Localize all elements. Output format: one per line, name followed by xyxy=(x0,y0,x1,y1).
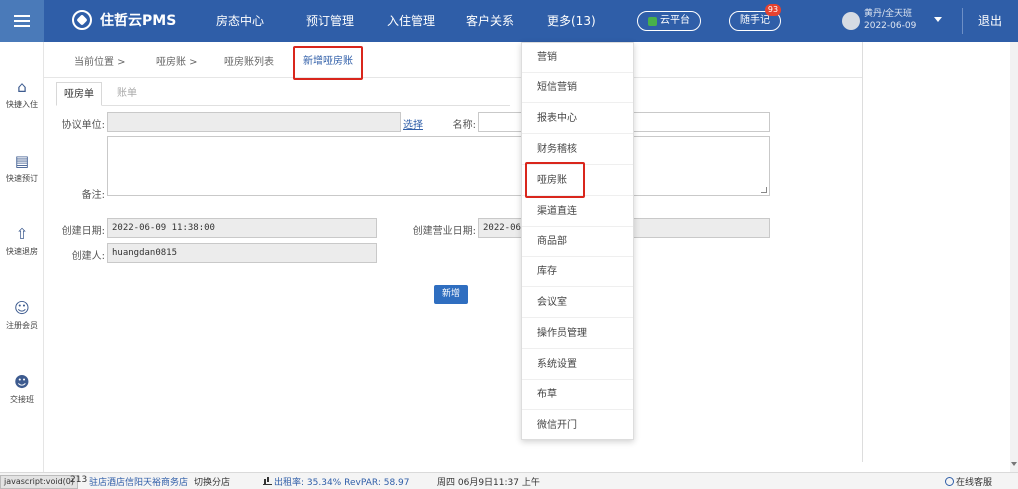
creator-label: 创建人: xyxy=(71,251,105,262)
nav-reservation[interactable]: 预订管理 xyxy=(306,0,354,42)
menu-item-inventory[interactable]: 库存 xyxy=(522,257,633,287)
cloud-platform-button[interactable]: 云平台 xyxy=(637,11,701,31)
cloud-platform-label: 云平台 xyxy=(660,15,690,26)
sidebar: ⌂ 快捷入住 ▤ 快速预订 ⇧ 快速退房 ☺ 注册会员 ☻ 交接班 xyxy=(0,42,44,472)
hamburger-icon xyxy=(14,20,30,22)
hotel-prefix: 213 xyxy=(70,475,88,485)
breadcrumb-current: 当前位置 > xyxy=(74,57,126,68)
hotel-name: 驻店酒店信阳天裕商务店 xyxy=(89,478,189,488)
occupancy-stat: 出租率: 35.34% RevPAR: 58.97 xyxy=(263,475,410,488)
scroll-down-icon[interactable] xyxy=(1011,462,1017,466)
top-bar: 住哲云PMS 房态中心 预订管理 入住管理 客户关系 更多(13) 云平台 随手… xyxy=(0,0,1018,42)
select-link[interactable]: 选择 xyxy=(403,116,423,131)
sidebar-item-shift-change[interactable]: ☻ 交接班 xyxy=(0,373,44,405)
chart-icon xyxy=(263,477,272,485)
right-panel xyxy=(862,42,1010,462)
create-date-field: 2022-06-09 11:38:00 xyxy=(107,218,377,238)
scrollbar[interactable] xyxy=(1010,42,1018,472)
menu-item-system-settings[interactable]: 系统设置 xyxy=(522,350,633,380)
menu-item-wechat-door[interactable]: 微信开门 xyxy=(522,411,633,441)
revpar-label: RevPAR: xyxy=(344,478,381,488)
chevron-down-icon[interactable] xyxy=(934,17,942,22)
menu-item-marketing[interactable]: 营销 xyxy=(522,43,633,73)
status-bar: javascript:void(0) 213 驻店酒店信阳天裕商务店 切换分店 … xyxy=(0,472,1018,489)
inner-tabs: 哑房单 账单 xyxy=(56,82,510,106)
occupancy-value: 35.34% xyxy=(306,478,342,488)
breadcrumb: 当前位置 > 哑房账 > 哑房账列表 新增哑房账 xyxy=(44,42,862,80)
sidebar-item-label: 快速退房 xyxy=(6,247,38,256)
tab-bill[interactable]: 账单 xyxy=(110,82,144,106)
menu-item-channel-direct[interactable]: 渠道直连 xyxy=(522,197,633,227)
menu-item-meeting-room[interactable]: 会议室 xyxy=(522,288,633,318)
brand-name: 住哲云PMS xyxy=(100,13,177,29)
avatar[interactable] xyxy=(842,12,860,30)
remark-textarea[interactable] xyxy=(107,136,770,196)
logo-icon xyxy=(72,10,92,30)
creator-field: huangdan0815 xyxy=(107,243,377,263)
menu-item-goods[interactable]: 商品部 xyxy=(522,227,633,257)
home-icon: ⌂ xyxy=(17,78,27,96)
nav-customer[interactable]: 客户关系 xyxy=(466,0,514,42)
sidebar-item-label: 快速预订 xyxy=(6,174,38,183)
menu-item-operator-management[interactable]: 操作员管理 xyxy=(522,319,633,349)
nav-checkin[interactable]: 入住管理 xyxy=(387,0,435,42)
menu-item-report-center[interactable]: 报表中心 xyxy=(522,104,633,134)
sidebar-item-quick-checkin[interactable]: ⌂ 快捷入住 xyxy=(0,78,44,110)
sidebar-item-quick-booking[interactable]: ▤ 快速预订 xyxy=(0,152,44,184)
breadcrumb-module[interactable]: 哑房账 > xyxy=(156,53,198,68)
menu-item-linen[interactable]: 布草 xyxy=(522,380,633,410)
switch-branch-link[interactable]: 切换分店 xyxy=(194,475,230,488)
occupancy-label: 出租率: xyxy=(274,478,305,488)
add-user-icon: ☺ xyxy=(14,299,30,317)
datetime: 周四 06月9日11:37 上午 xyxy=(437,478,540,488)
js-link-status: javascript:void(0) xyxy=(0,475,79,489)
add-button[interactable]: 新增 xyxy=(434,285,468,304)
sidebar-item-label: 交接班 xyxy=(10,395,34,404)
sidebar-item-label: 快捷入住 xyxy=(6,100,38,109)
menu-item-sms-marketing[interactable]: 短信营销 xyxy=(522,73,633,103)
revpar-value: 58.97 xyxy=(383,478,410,488)
brand-logo[interactable]: 住哲云PMS xyxy=(72,10,176,30)
online-support-button[interactable]: 在线客服 xyxy=(945,475,992,488)
checkout-icon: ⇧ xyxy=(15,225,29,243)
cloud-icon xyxy=(648,16,657,26)
agreement-label: 协议单位: xyxy=(61,120,105,131)
menu-toggle-button[interactable] xyxy=(0,0,44,42)
logout-button[interactable]: 退出 xyxy=(978,0,1002,42)
sidebar-item-label: 注册会员 xyxy=(6,321,38,330)
more-menu: 营销 短信营销 报表中心 财务稽核 哑房账 渠道直连 商品部 库存 会议室 操作… xyxy=(521,42,634,440)
notes-badge: 93 xyxy=(765,4,781,16)
remark-label: 备注: xyxy=(81,190,105,201)
highlight-box xyxy=(525,162,585,198)
user-name: 黄丹/全天班 xyxy=(864,9,913,19)
online-support-label: 在线客服 xyxy=(956,478,993,488)
support-icon xyxy=(945,477,954,486)
document-icon: ▤ xyxy=(14,152,30,170)
user-date: 2022-06-09 xyxy=(864,21,917,31)
sidebar-item-quick-checkout[interactable]: ⇧ 快速退房 xyxy=(0,225,44,257)
agreement-field[interactable] xyxy=(107,112,401,132)
create-date-label: 创建日期: xyxy=(61,226,105,237)
tab-dummy-room-list[interactable]: 哑房账列表 xyxy=(224,53,274,68)
main-content: 当前位置 > 哑房账 > 哑房账列表 新增哑房账 哑房单 账单 协议单位: 选择… xyxy=(44,42,862,472)
resize-handle-icon[interactable] xyxy=(761,187,767,193)
shift-change-icon: ☻ xyxy=(14,373,30,391)
tab-new-dummy-room[interactable]: 新增哑房账 xyxy=(293,46,363,80)
name-label: 名称: xyxy=(452,120,476,131)
nav-more[interactable]: 更多(13) xyxy=(547,0,596,42)
business-date-label: 创建营业日期: xyxy=(412,226,476,237)
divider xyxy=(962,8,963,34)
nav-room-status[interactable]: 房态中心 xyxy=(216,0,264,42)
tab-dummy-room-sheet[interactable]: 哑房单 xyxy=(56,82,102,106)
sidebar-item-register-member[interactable]: ☺ 注册会员 xyxy=(0,299,44,331)
menu-item-finance-audit[interactable]: 财务稽核 xyxy=(522,135,633,165)
